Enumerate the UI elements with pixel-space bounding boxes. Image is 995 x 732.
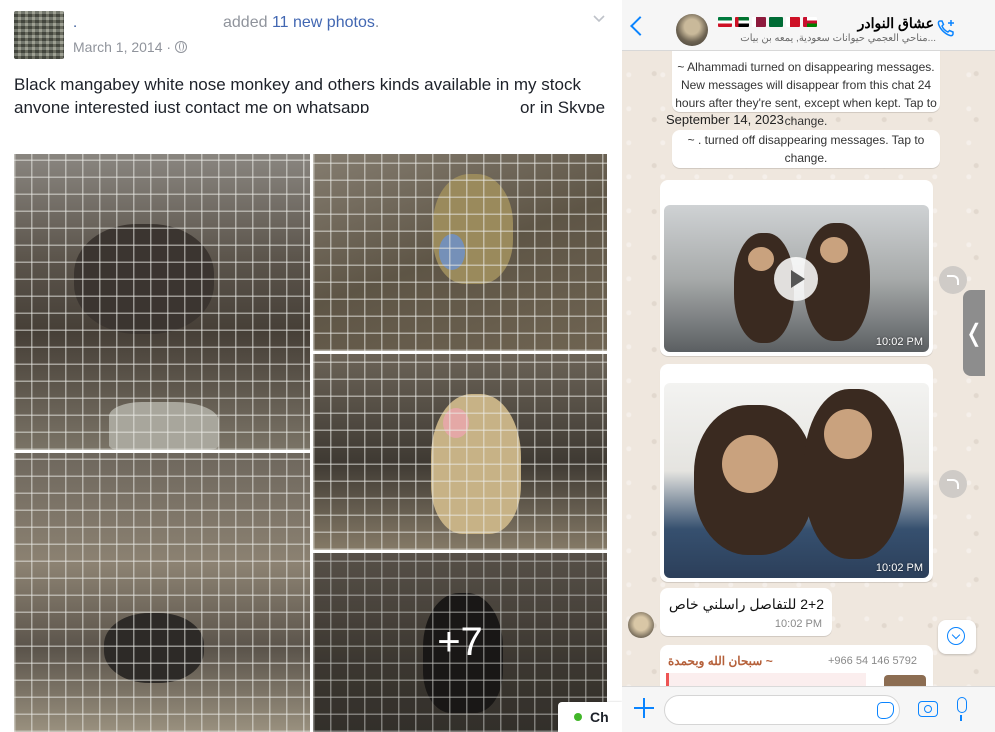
text-message-body: 2+2 للتفاصل راسلني خاص <box>668 596 824 612</box>
added-suffix: . <box>374 14 380 31</box>
globe-icon <box>175 41 188 53</box>
call-add-icon[interactable] <box>936 18 956 38</box>
online-status-dot <box>574 713 582 721</box>
video-message[interactable]: 10:02 PM <box>660 180 933 356</box>
photo-timestamp: 10:02 PM <box>875 562 923 574</box>
mic-icon[interactable] <box>957 697 967 721</box>
plus-icon[interactable] <box>634 698 654 718</box>
scroll-down-icon[interactable] <box>938 620 976 654</box>
chevron-down-icon[interactable] <box>593 12 605 24</box>
monkey-figure <box>104 613 204 683</box>
screenshot-root: . added 11 new photos. March 1, 2014 · B… <box>0 0 995 732</box>
video-thumbnail[interactable]: 10:02 PM <box>664 205 929 352</box>
post-photo-1[interactable] <box>14 154 310 450</box>
photo-thumbnail[interactable]: 10:02 PM <box>664 383 929 578</box>
side-panel-tab[interactable]: ❬ <box>963 290 985 376</box>
text-message[interactable]: 2+2 للتفاصل راسلني خاص 10:02 PM <box>660 588 832 636</box>
forward-icon[interactable] <box>939 266 967 294</box>
date-separator: September 14, 2023 <box>666 112 784 127</box>
forward-icon[interactable] <box>939 470 967 498</box>
play-icon[interactable] <box>774 257 818 301</box>
added-prefix: added <box>223 14 268 31</box>
message-input[interactable] <box>664 695 900 725</box>
post-text-line2: anyone interested just contact me on wha… <box>14 98 370 113</box>
chimp-figure <box>804 389 904 559</box>
back-icon[interactable] <box>630 16 650 36</box>
sticker-icon[interactable] <box>877 702 894 719</box>
group-subtitle[interactable]: ...مناحي العجمي حيوانات سعودية, يمعه بن … <box>714 33 936 44</box>
chat-header: عشاق النوادر ...مناحي العجمي حيوانات سعو… <box>622 0 995 51</box>
system-message-disappearing-off[interactable]: ~ . turned off disappearing messages. Ta… <box>672 130 940 168</box>
chat-button[interactable]: Ch <box>558 702 622 732</box>
text-message-time: 10:02 PM <box>774 618 822 630</box>
sender-avatar[interactable] <box>628 612 654 638</box>
post-text-line1: Black mangabey white nose monkey and oth… <box>14 75 581 94</box>
whatsapp-chat: عشاق النوادر ...مناحي العجمي حيوانات سعو… <box>622 0 995 732</box>
author-name[interactable]: . <box>73 14 77 31</box>
added-count-link[interactable]: 11 new photos <box>272 14 375 31</box>
group-title[interactable]: عشاق النوادر <box>712 15 934 32</box>
post-photo-2[interactable] <box>313 154 607 351</box>
video-timestamp: 10:02 PM <box>875 336 923 348</box>
post-date-text[interactable]: March 1, 2014 · <box>73 39 171 55</box>
post-photo-4[interactable] <box>14 453 310 732</box>
chimp-figure <box>694 405 814 555</box>
message-input-bar <box>622 686 995 732</box>
camera-icon[interactable] <box>918 701 938 717</box>
sender-name[interactable]: ~ سبحان الله وبحمدة <box>668 654 773 668</box>
rock-figure <box>109 402 219 450</box>
sender-phone[interactable]: +966 54 146 5792 <box>828 655 917 667</box>
monkey-figure <box>431 394 521 534</box>
post-date: March 1, 2014 · <box>73 39 188 55</box>
added-photos-text: added 11 new photos. <box>223 14 379 32</box>
post-photo-3[interactable] <box>313 354 607 550</box>
facebook-post: . added 11 new photos. March 1, 2014 · B… <box>0 0 622 732</box>
group-avatar[interactable] <box>676 14 708 46</box>
monkey-figure <box>74 224 214 334</box>
photo-message[interactable]: 10:02 PM <box>660 364 933 582</box>
author-avatar[interactable] <box>14 11 64 59</box>
chat-label: Ch <box>590 709 609 725</box>
post-text-line2-end: or in Skype <box>520 98 606 113</box>
mandrill-figure <box>433 174 513 284</box>
